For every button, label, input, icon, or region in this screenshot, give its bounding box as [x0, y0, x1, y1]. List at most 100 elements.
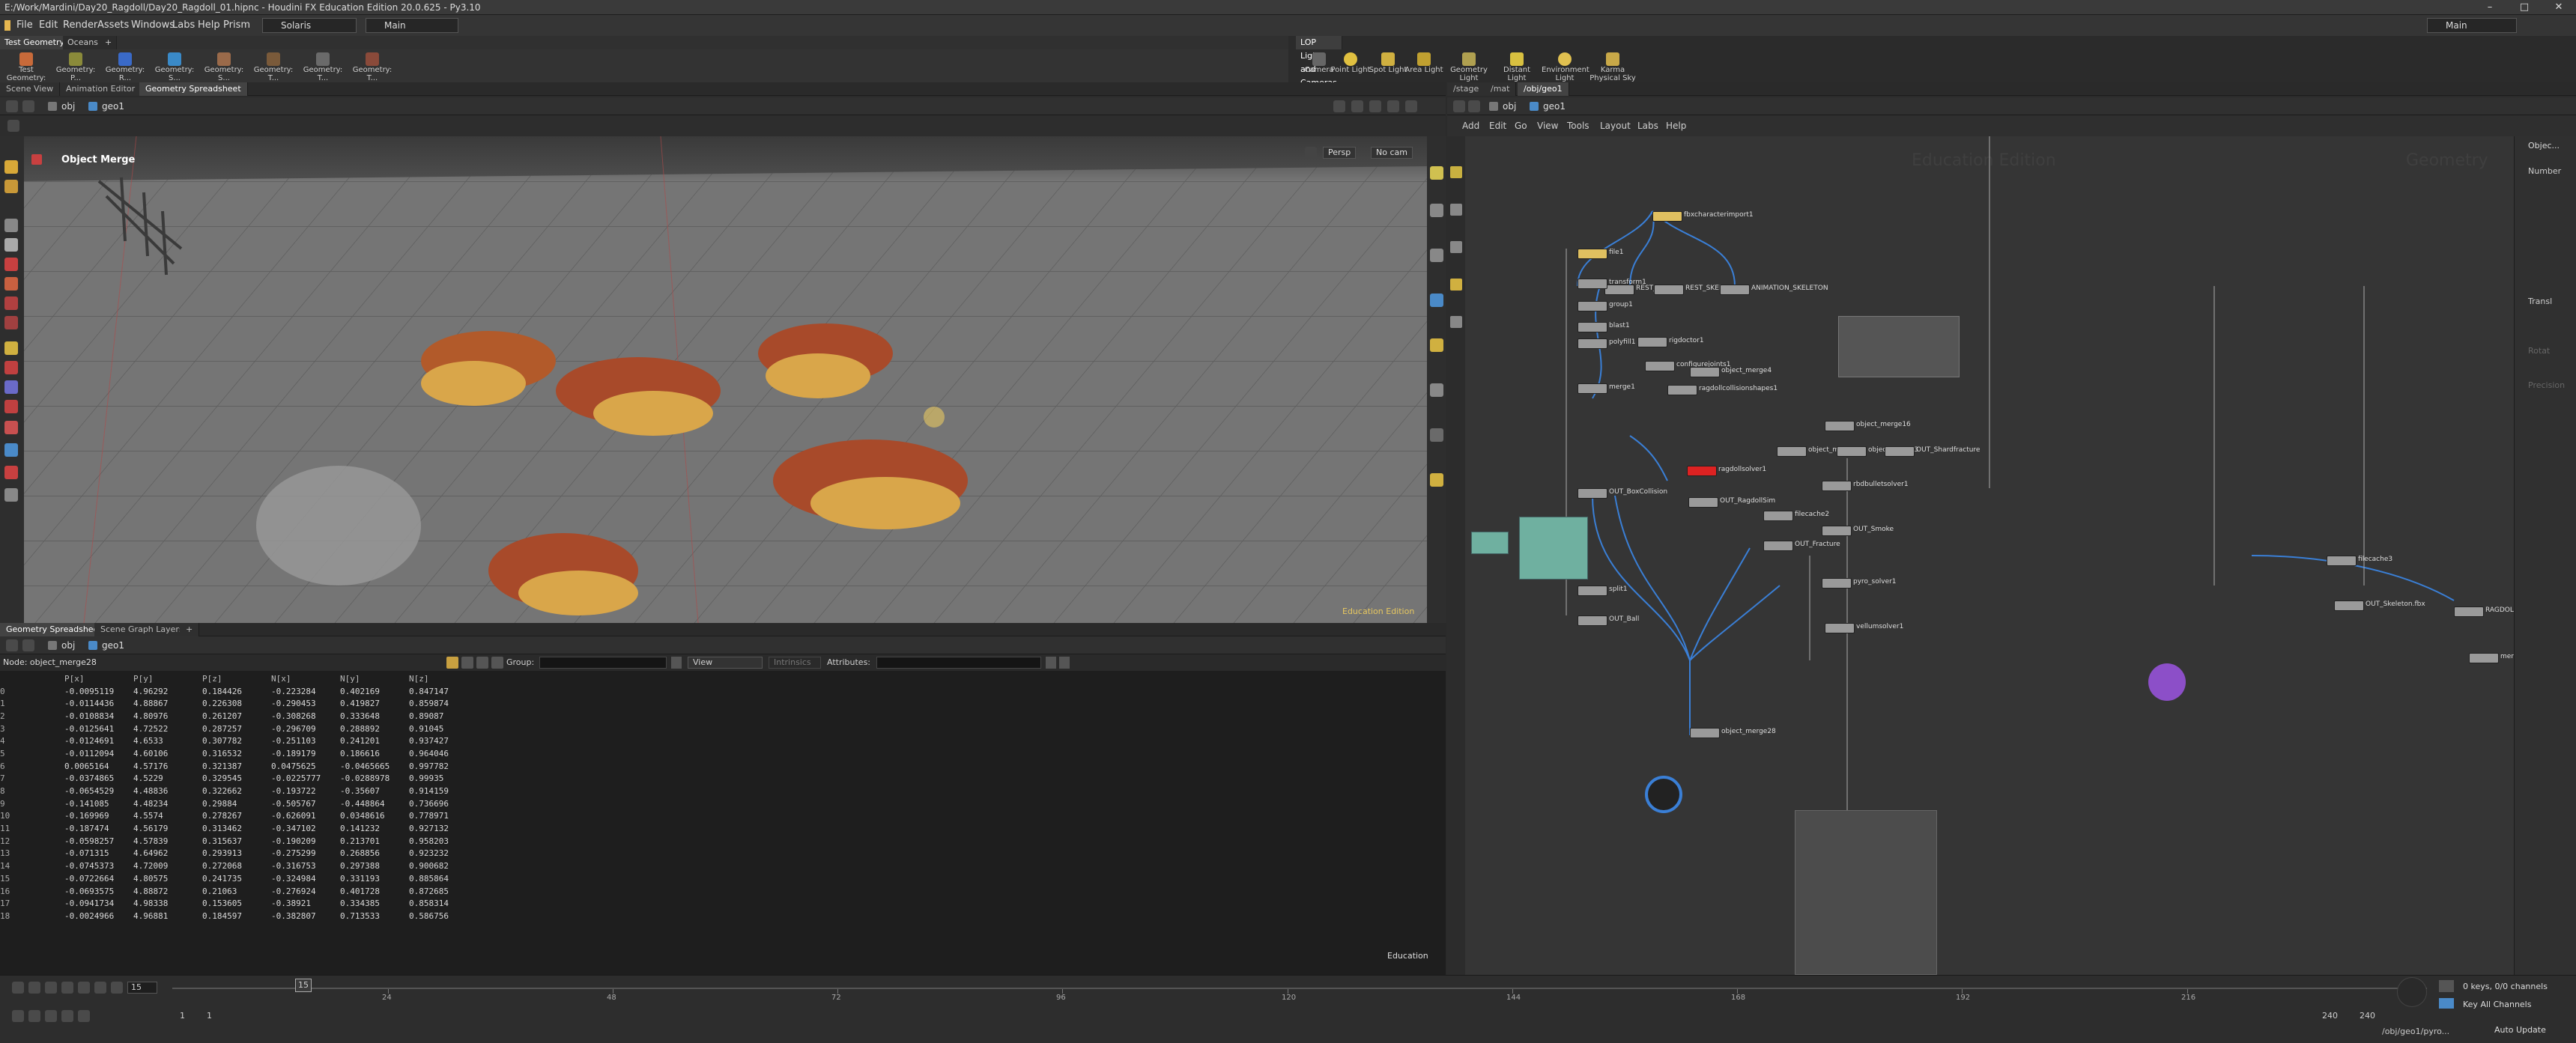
menu-windows[interactable]: Windows — [131, 19, 175, 31]
visibility-icon[interactable] — [4, 488, 18, 502]
right-workspace-select[interactable]: Main — [2427, 18, 2517, 33]
menu-assets[interactable]: Assets — [97, 19, 129, 31]
scale-tool-icon[interactable] — [4, 316, 18, 329]
minimize-button[interactable]: – — [2473, 0, 2507, 15]
network-node[interactable] — [1822, 526, 1852, 536]
range-icon[interactable] — [78, 1010, 90, 1022]
network-node[interactable] — [1690, 367, 1720, 377]
rotate-tool-icon[interactable] — [4, 297, 18, 310]
menu-prism[interactable]: Prism — [223, 19, 250, 31]
tab-scene-graph-layers[interactable]: Scene Graph Layers — [94, 623, 190, 636]
start-frame2-field[interactable]: 1 — [207, 1010, 237, 1022]
magnet-icon[interactable] — [4, 361, 18, 374]
network-node[interactable] — [1763, 511, 1793, 521]
render-region-icon[interactable] — [4, 380, 18, 394]
network-node[interactable] — [1578, 301, 1607, 311]
path-obj[interactable]: obj — [48, 100, 75, 112]
network-sticky[interactable] — [1519, 517, 1588, 580]
move-tool-icon[interactable] — [4, 277, 18, 291]
key-all-channels[interactable]: Key All Channels — [2463, 1000, 2531, 1009]
detail-mode-icon[interactable] — [491, 657, 503, 669]
network-node[interactable] — [1837, 446, 1867, 457]
scene-viewport[interactable]: Object Merge Persp No cam Education Edit… — [24, 136, 1427, 623]
table-row[interactable]: 3 -0.0125641 4.72522 0.287257 -0.296709 0.288… — [0, 723, 478, 735]
network-node[interactable] — [1578, 279, 1607, 289]
current-frame-field[interactable]: 15 — [127, 982, 157, 994]
column-header[interactable]: P[x] — [64, 672, 133, 685]
table-row[interactable]: 5 -0.0112094 4.60106 0.316532 -0.189179 0.186… — [0, 747, 478, 760]
key-toggle-icon[interactable] — [2439, 980, 2454, 992]
key-icon[interactable] — [61, 1010, 73, 1022]
net-tool-icon[interactable] — [1450, 316, 1462, 328]
network-node[interactable] — [1777, 446, 1807, 457]
menu-help[interactable]: Help — [198, 19, 220, 31]
shelf-tool-6[interactable]: Geometry: T... — [250, 51, 297, 82]
jump-start-icon[interactable] — [12, 982, 24, 994]
shelf-tool-distant-light[interactable]: Distant Light — [1494, 51, 1540, 82]
net-menu-labs[interactable]: Labs — [1637, 121, 1658, 131]
shelf-tool-geometry-light[interactable]: Geometry Light — [1446, 51, 1492, 82]
play-icon[interactable] — [78, 982, 90, 994]
table-row[interactable]: 4 -0.0124691 4.6533 0.307782 -0.251103 0.2412… — [0, 735, 478, 747]
net-menu-edit[interactable]: Edit — [1489, 121, 1506, 131]
column-header[interactable] — [0, 672, 64, 685]
tab-animation-editor[interactable]: Animation Editor — [60, 82, 142, 96]
maximize-button[interactable]: □ — [2507, 0, 2542, 15]
network-node[interactable] — [1885, 446, 1915, 457]
vertices-mode-icon[interactable] — [461, 657, 473, 669]
link-icon[interactable] — [1351, 100, 1363, 112]
select-tool-icon[interactable] — [4, 160, 18, 174]
network-node[interactable] — [1763, 541, 1793, 551]
network-editor[interactable]: Education Edition Geometry fbxcharacteri… — [1447, 136, 2576, 975]
shelf-tab-test-geometry[interactable]: Test Geometry — [0, 36, 70, 49]
sheet-path-obj[interactable]: obj — [48, 639, 75, 651]
selected-node-ring[interactable] — [1645, 776, 1682, 813]
path-geo1[interactable]: geo1 — [88, 100, 124, 112]
network-node[interactable] — [1578, 322, 1607, 332]
net-forward-icon[interactable] — [1468, 100, 1480, 112]
ghost-icon[interactable] — [1430, 383, 1443, 397]
network-node[interactable] — [1720, 285, 1750, 295]
group-field[interactable] — [539, 657, 667, 669]
network-node[interactable] — [1645, 361, 1675, 371]
net-menu-go[interactable]: Go — [1515, 121, 1527, 131]
primitives-mode-icon[interactable] — [476, 657, 488, 669]
add-tab-icon[interactable]: + — [180, 623, 200, 636]
shelf-tab-oceans[interactable]: Oceans — [63, 36, 103, 49]
network-node[interactable] — [1822, 578, 1852, 589]
step-back-icon[interactable] — [28, 982, 40, 994]
network-node[interactable] — [1687, 466, 1717, 476]
attributes-field[interactable] — [876, 657, 1041, 669]
spreadsheet-table[interactable]: P[x] P[y] P[z] N[x] N[y] N[z] 0 -0.0095119 4.962… — [0, 672, 478, 922]
pose-tool-icon[interactable] — [4, 258, 18, 271]
network-node[interactable] — [1652, 211, 1682, 222]
handle-tool-icon[interactable] — [4, 238, 18, 252]
intrinsics-select[interactable]: Intrinsics — [769, 657, 821, 669]
shelf-tool-4[interactable]: Geometry: S... — [151, 51, 198, 82]
shelf-tool-1[interactable]: Test Geometry: C... — [3, 51, 49, 91]
table-row[interactable]: 10 -0.169969 4.5574 0.278267 -0.626091 0.0348… — [0, 810, 478, 823]
filter-icon[interactable] — [671, 657, 682, 669]
sheet-forward-icon[interactable] — [22, 639, 34, 651]
network-node[interactable] — [1825, 623, 1855, 633]
net-menu-tools[interactable]: Tools — [1567, 121, 1589, 131]
column-header[interactable]: N[x] — [271, 672, 340, 685]
network-node[interactable] — [1825, 421, 1855, 431]
sheet-back-icon[interactable] — [6, 639, 18, 651]
net-back-icon[interactable] — [1453, 100, 1465, 112]
network-node[interactable] — [1578, 615, 1607, 626]
table-row[interactable]: 6 0.0065164 4.57176 0.321387 0.0475625 -0.046… — [0, 760, 478, 773]
stop-icon[interactable] — [61, 982, 73, 994]
viewport-options-icon[interactable] — [1305, 147, 1317, 159]
shelf-tool-5[interactable]: Geometry: S... — [201, 51, 247, 82]
shelf-tool-7[interactable]: Geometry: T... — [300, 51, 346, 82]
tab-obj-geo1[interactable]: /obj/geo1 — [1518, 82, 1569, 96]
light-icon[interactable] — [1430, 338, 1443, 352]
shelf-tab-lop-lights[interactable]: LOP Lights and Cameras — [1296, 36, 1342, 88]
camera-menu[interactable]: No cam — [1371, 147, 1413, 159]
network-node[interactable] — [1578, 586, 1607, 596]
network-node[interactable] — [2454, 606, 2484, 617]
table-row[interactable]: 9 -0.141085 4.48234 0.29884 -0.505767 -0.4488… — [0, 797, 478, 810]
desktop-select[interactable]: Solaris — [262, 18, 357, 33]
table-row[interactable]: 16 -0.0693575 4.88872 0.21063 -0.276924 0.401… — [0, 885, 478, 898]
